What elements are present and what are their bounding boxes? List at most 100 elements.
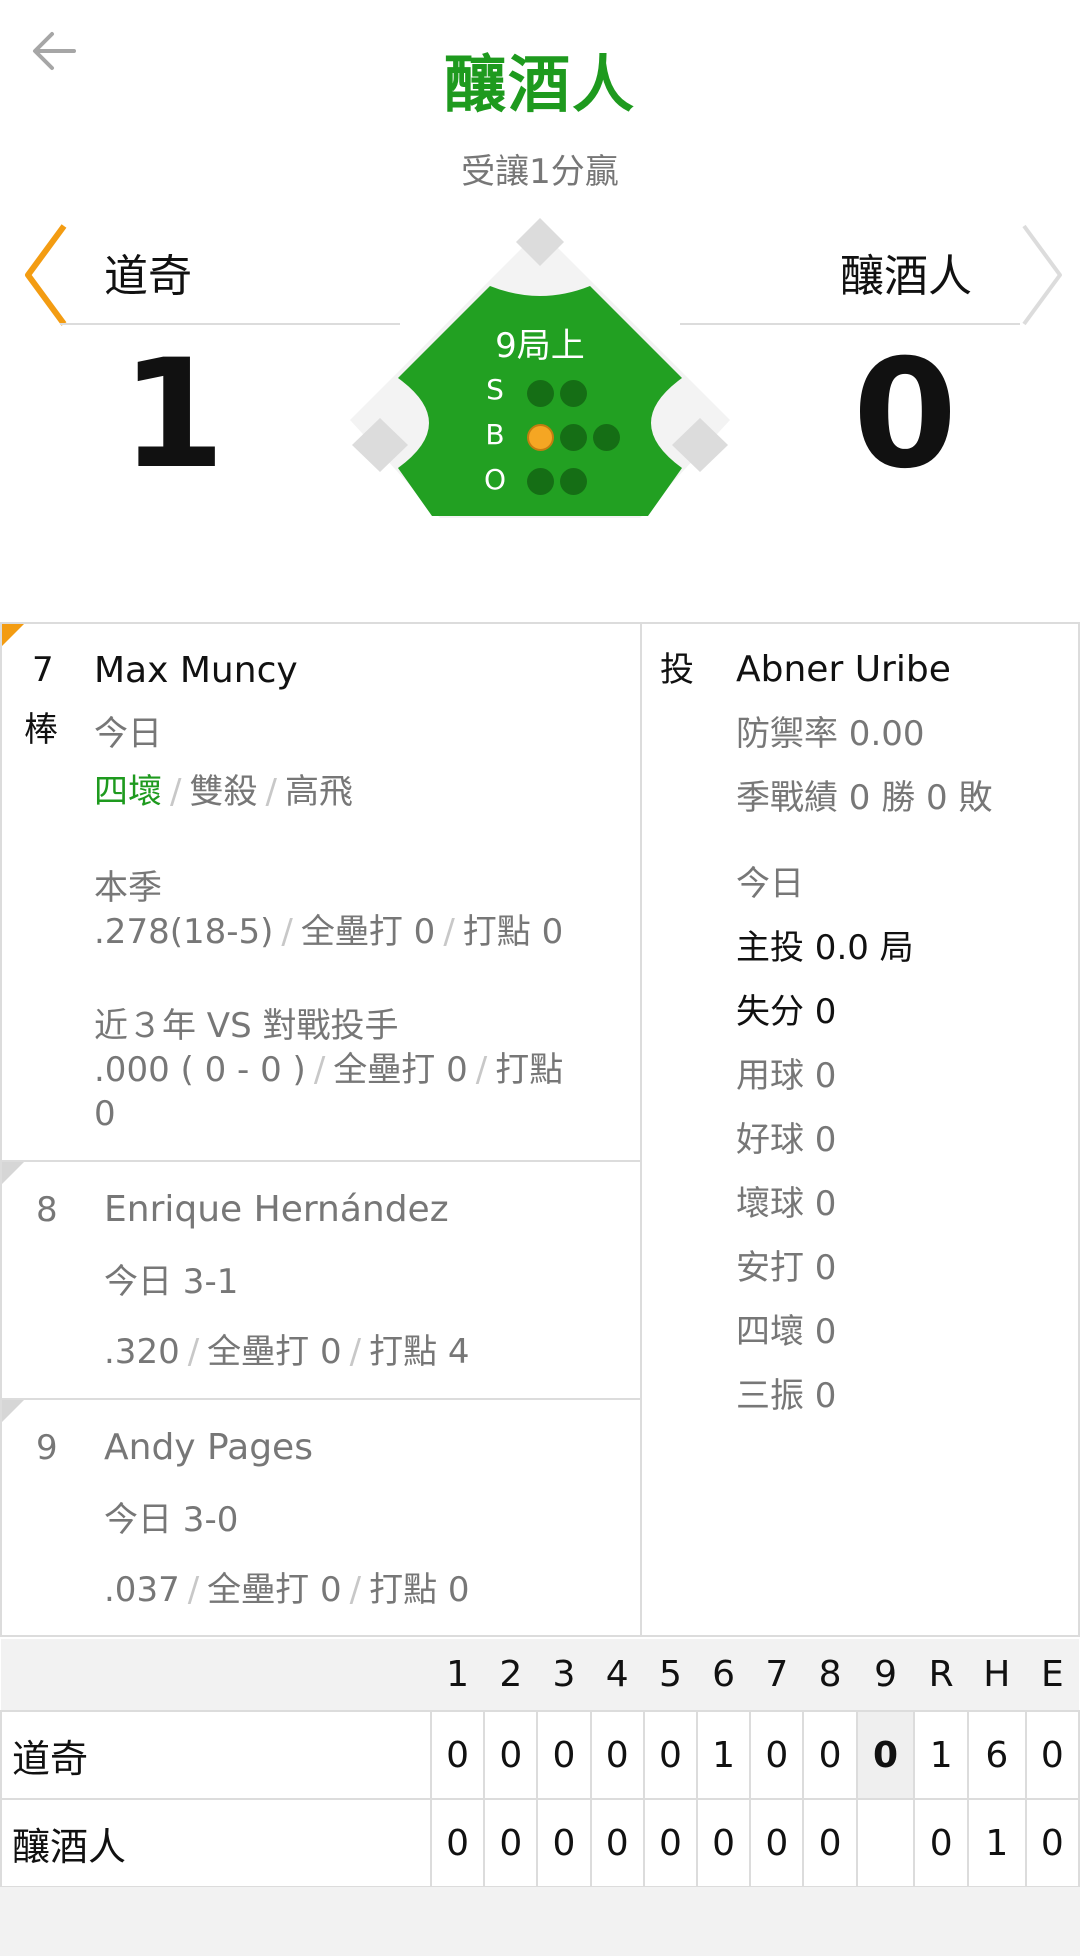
inning-cell: 0 <box>749 1798 805 1888</box>
batters-panel: 7 棒 Max Muncy 今日 四壞 / 雙殺 / 高飛 本季 .278(18-5) /… <box>0 624 642 1635</box>
inning-cell: 0 <box>483 1798 539 1888</box>
pitcher-runs: 失分 0 <box>736 992 837 1032</box>
matchup-panels: 7 棒 Max Muncy 今日 四壞 / 雙殺 / 高飛 本季 .278(18-5) /… <box>0 622 1080 1637</box>
away-score: 1 <box>120 328 226 502</box>
pitcher-name: Abner Uribe <box>736 649 951 690</box>
inning-header: 7 <box>750 1639 804 1712</box>
card-corner <box>2 1400 24 1422</box>
inning-cell: 0 <box>483 1710 539 1800</box>
inning-cell: 0 <box>749 1710 805 1800</box>
batter-name: Max Muncy <box>94 650 298 691</box>
hits-cell: 1 <box>966 1798 1027 1888</box>
inning-header: 9 <box>856 1639 915 1712</box>
inning-cell: 0 <box>536 1710 592 1800</box>
batting-order-suffix: 棒 <box>24 710 58 750</box>
today-results: 四壞 / 雙殺 / 高飛 <box>94 772 353 812</box>
linescore-table: 1 2 3 4 5 6 7 8 9 R H E 道奇 0 0 0 0 0 1 0… <box>0 1639 1080 1888</box>
ball-dot-on <box>527 424 554 451</box>
next-team-chevron-icon[interactable] <box>1014 222 1074 328</box>
runs-cell: 1 <box>913 1710 969 1800</box>
pitcher-label: 投 <box>660 650 694 690</box>
inning-header: 4 <box>590 1639 644 1712</box>
hits-cell: 6 <box>966 1710 1027 1800</box>
inning-cell: 0 <box>696 1798 752 1888</box>
current-indicator <box>2 624 24 646</box>
vs-pitcher-label: 近３年 VS 對戰投手 <box>94 1006 399 1046</box>
strike-dot <box>527 380 554 407</box>
errors-header: E <box>1025 1639 1079 1712</box>
pitcher-today-label: 今日 <box>736 864 804 904</box>
inning-cell <box>855 1798 916 1888</box>
batting-order: 7 <box>32 650 54 690</box>
inning-cell: 0 <box>536 1798 592 1888</box>
next-batter-card[interactable]: 9 Andy Pages 今日 3-0 .037/全壘打 0/打點 0 <box>2 1400 642 1637</box>
inning-cell: 0 <box>589 1798 645 1888</box>
linescore-corner <box>1 1639 431 1712</box>
prev-team-chevron-icon[interactable] <box>22 222 82 328</box>
result-flyout: 高飛 <box>284 772 353 812</box>
vs-pitcher-stats: .000 ( 0 - 0 ) / 全壘打 0/打點 <box>94 1050 564 1090</box>
pitcher-era: 防禦率 0.00 <box>736 714 925 754</box>
out-label: O <box>483 463 507 496</box>
batter-name: Enrique Hernández <box>104 1189 449 1230</box>
inning-cell: 1 <box>696 1710 752 1800</box>
errors-cell: 0 <box>1024 1798 1080 1888</box>
card-corner <box>2 1162 24 1184</box>
linescore-row-away: 道奇 0 0 0 0 0 1 0 0 0 1 6 0 <box>0 1710 1080 1800</box>
batter-today: 今日 3-1 <box>104 1262 239 1302</box>
errors-cell: 0 <box>1024 1710 1080 1800</box>
inning-header: 5 <box>643 1639 698 1712</box>
inning-cell: 0 <box>589 1710 645 1800</box>
strike-dot <box>560 380 587 407</box>
out-dot <box>560 468 587 495</box>
pitcher-panel[interactable]: 投 Abner Uribe 防禦率 0.00 季戰績 0 勝 0 敗 今日 主投… <box>642 624 1080 1635</box>
inning-header: 2 <box>484 1639 538 1712</box>
linescore-header-row: 1 2 3 4 5 6 7 8 9 R H E <box>1 1639 1079 1712</box>
result-walk: 四壞 <box>94 772 162 812</box>
pitcher-balls: 壞球 0 <box>736 1184 837 1224</box>
inning-header: 6 <box>697 1639 751 1712</box>
hits-header: H <box>967 1639 1026 1712</box>
pitcher-hits: 安打 0 <box>736 1248 837 1288</box>
runs-cell: 0 <box>913 1798 969 1888</box>
page-title: 釀酒人 <box>443 48 636 121</box>
vs-pitcher-rbi: 0 <box>94 1094 116 1134</box>
pitcher-strikeouts: 三振 0 <box>736 1376 837 1416</box>
out-dot <box>527 468 554 495</box>
inning-header: 3 <box>537 1639 591 1712</box>
pitcher-innings: 主投 0.0 局 <box>736 928 914 968</box>
season-stats: .278(18-5) / 全壘打 0/打點 0 <box>94 912 564 952</box>
batting-order: 8 <box>36 1190 58 1230</box>
result-dp: 雙殺 <box>189 772 258 812</box>
handicap-text: 受讓1分贏 <box>461 152 619 192</box>
runs-header: R <box>914 1639 968 1712</box>
pitcher-walks: 四壞 0 <box>736 1312 837 1352</box>
home-team-name[interactable]: 釀酒人 <box>840 240 972 304</box>
ball-dot <box>593 424 620 451</box>
next-batter-card[interactable]: 8 Enrique Hernández 今日 3-1 .320/全壘打 0/打點… <box>2 1162 642 1400</box>
linescore-row-home: 釀酒人 0 0 0 0 0 0 0 0 0 1 0 <box>0 1798 1080 1888</box>
ball-label: B <box>485 418 505 451</box>
inning-cell: 0 <box>429 1710 486 1800</box>
ball-dot <box>560 424 587 451</box>
inning-header: 1 <box>431 1639 485 1712</box>
current-inning-cell: 0 <box>855 1710 916 1800</box>
away-team-name[interactable]: 道奇 <box>104 240 192 304</box>
linescore-team-name: 釀酒人 <box>0 1798 432 1888</box>
inning-cell: 0 <box>429 1798 486 1888</box>
pitcher-strikes: 好球 0 <box>736 1120 837 1160</box>
current-batter-card[interactable]: 7 棒 Max Muncy 今日 四壞 / 雙殺 / 高飛 本季 .278(18-5) /… <box>2 624 642 1162</box>
home-score: 0 <box>852 328 958 502</box>
inning-header: 8 <box>803 1639 857 1712</box>
batting-order: 9 <box>36 1428 58 1468</box>
strike-label: S <box>486 373 504 406</box>
inning-label: 9局上 <box>495 326 585 366</box>
batter-season-stats: .320/全壘打 0/打點 4 <box>104 1332 470 1372</box>
inning-cell: 0 <box>642 1798 699 1888</box>
pitcher-record: 季戰績 0 勝 0 敗 <box>736 778 993 818</box>
batter-today: 今日 3-0 <box>104 1500 239 1540</box>
linescore-team-name: 道奇 <box>0 1710 432 1800</box>
today-label: 今日 <box>94 714 162 754</box>
inning-cell: 0 <box>802 1710 858 1800</box>
batter-season-stats: .037/全壘打 0/打點 0 <box>104 1570 470 1610</box>
